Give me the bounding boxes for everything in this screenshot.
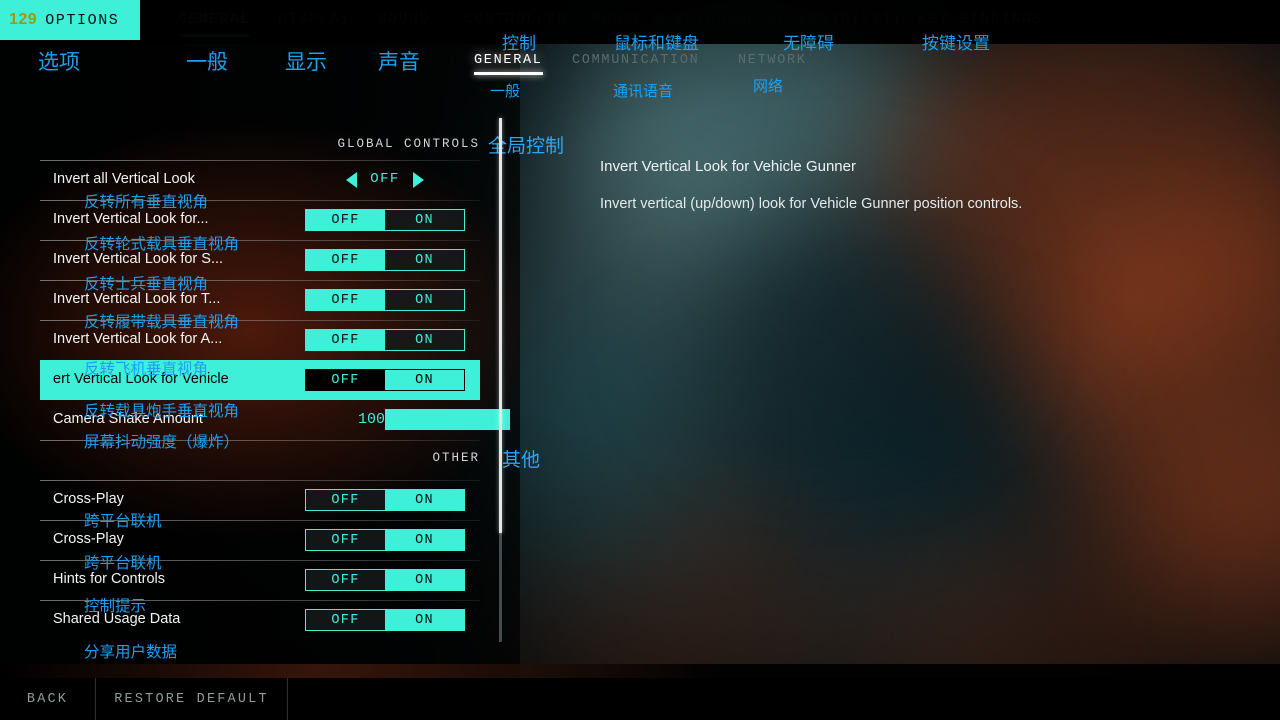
toggle-invert-vertical-look-wheeled[interactable]: OFF ON xyxy=(305,209,465,231)
options-badge: 129 OPTIONS xyxy=(0,0,140,40)
tab-display-cn: 显示 xyxy=(285,50,327,74)
toggle-option-on[interactable]: ON xyxy=(385,330,464,350)
tab-controller-cn: 控制 xyxy=(502,34,536,54)
restore-default-button[interactable]: RESTORE DEFAULT xyxy=(96,678,288,720)
scrollbar-thumb[interactable] xyxy=(499,118,502,533)
toggle-invert-vertical-look-aircraft[interactable]: OFF ON xyxy=(305,329,465,351)
toggle-option-on[interactable]: ON xyxy=(385,290,464,310)
toggle-option-on[interactable]: ON xyxy=(385,210,464,230)
toggle-cross-play-1[interactable]: OFF ON xyxy=(305,489,465,511)
toggle-option-on[interactable]: ON xyxy=(385,490,464,510)
bottom-bar-glow xyxy=(0,664,1280,678)
setting-label-cn-2: 反转士兵垂直视角 xyxy=(84,275,209,293)
setting-label: Hints for Controls xyxy=(53,571,166,587)
tab-mouse-keyboard-cn: 鼠标和键盘 xyxy=(614,34,699,54)
setting-label-cn-3: 反转履带载具垂直视角 xyxy=(84,313,240,331)
setting-label-cn-9: 控制提示 xyxy=(84,597,147,615)
settings-scrollbar[interactable] xyxy=(499,118,502,642)
toggle-option-off[interactable]: OFF xyxy=(306,290,385,310)
toggle-option-off[interactable]: OFF xyxy=(306,610,385,630)
options-badge-label-cn: 选项 xyxy=(38,50,80,74)
toggle-invert-vertical-look-tracked[interactable]: OFF ON xyxy=(305,289,465,311)
subtab-network-cn: 网络 xyxy=(753,77,784,95)
setting-label: Invert all Vertical Look xyxy=(53,171,195,187)
setting-label: Invert Vertical Look for A... xyxy=(53,331,223,347)
options-badge-label: OPTIONS xyxy=(45,11,120,29)
toggle-option-off[interactable]: OFF xyxy=(306,570,385,590)
back-button[interactable]: BACK xyxy=(0,678,96,720)
toggle-option-off[interactable]: OFF xyxy=(306,210,385,230)
setting-label-cn-7: 跨平台联机 xyxy=(84,512,162,530)
toggle-option-off[interactable]: OFF xyxy=(306,370,385,390)
subtab-general[interactable]: GENERAL xyxy=(474,53,543,75)
setting-label-cn-6: 屏幕抖动强度（爆炸） xyxy=(84,433,240,451)
tab-sound-cn: 声音 xyxy=(378,50,420,74)
setting-label-cn-1: 反转轮式载具垂直视角 xyxy=(84,235,240,253)
selector-value: OFF xyxy=(370,171,400,187)
toggle-option-off[interactable]: OFF xyxy=(306,330,385,350)
toggle-shared-usage-data[interactable]: OFF ON xyxy=(305,609,465,631)
slider-camera-shake-amount[interactable]: 100 xyxy=(305,409,510,431)
toggle-option-off[interactable]: OFF xyxy=(306,250,385,270)
toggle-invert-vertical-look-soldier[interactable]: OFF ON xyxy=(305,249,465,271)
setting-label-cn-5: 反转载具炮手垂直视角 xyxy=(84,402,240,420)
description-title: Invert Vertical Look for Vehicle Gunner xyxy=(600,158,856,175)
tab-accessibility-cn: 无障碍 xyxy=(783,34,834,54)
toggle-option-off[interactable]: OFF xyxy=(306,530,385,550)
row-separator xyxy=(40,480,480,481)
subtab-communication-cn: 通讯语音 xyxy=(613,82,674,100)
toggle-hints-for-controls[interactable]: OFF ON xyxy=(305,569,465,591)
row-separator xyxy=(40,160,480,161)
subtab-network[interactable]: NETWORK xyxy=(738,53,807,68)
section-title: OTHER xyxy=(432,451,480,465)
slider-value: 100 xyxy=(357,411,385,428)
toggle-cross-play-2[interactable]: OFF ON xyxy=(305,529,465,551)
tab-general-cn: 一般 xyxy=(186,50,228,74)
toggle-option-on[interactable]: ON xyxy=(385,530,464,550)
toggle-option-off[interactable]: OFF xyxy=(306,490,385,510)
toggle-option-on[interactable]: ON xyxy=(385,370,464,390)
arrow-selector-invert-all[interactable]: OFF xyxy=(305,168,465,192)
section-header-global-controls: GLOBAL CONTROLS 全局控制 xyxy=(40,128,564,160)
options-badge-number: 129 xyxy=(9,11,38,28)
subtab-general-cn: 一般 xyxy=(490,82,521,100)
setting-label-cn-10: 分享用户数据 xyxy=(84,643,178,661)
setting-label: Cross-Play xyxy=(53,531,124,547)
subtab-communication[interactable]: COMMUNICATION xyxy=(572,53,699,68)
description-panel: Invert Vertical Look for Vehicle Gunner … xyxy=(600,158,1030,214)
toggle-option-on[interactable]: ON xyxy=(385,610,464,630)
toggle-option-on[interactable]: ON xyxy=(385,250,464,270)
setting-label-cn-0: 反转所有垂直视角 xyxy=(84,193,209,211)
tab-key-bindings-cn: 按键设置 xyxy=(922,34,990,54)
description-body: Invert vertical (up/down) look for Vehic… xyxy=(600,196,1023,212)
setting-label-cn-4: 反转飞机垂直视角 xyxy=(84,360,209,378)
section-title: GLOBAL CONTROLS xyxy=(337,137,480,151)
slider-fill xyxy=(386,410,509,429)
chevron-right-icon[interactable] xyxy=(413,172,424,188)
setting-label-cn-8: 跨平台联机 xyxy=(84,554,162,572)
settings-list: GLOBAL CONTROLS 全局控制 Invert all Vertical… xyxy=(0,100,564,660)
setting-label: Cross-Play xyxy=(53,491,124,507)
toggle-option-on[interactable]: ON xyxy=(385,570,464,590)
toggle-invert-vertical-look-vehicle-gunner[interactable]: OFF ON xyxy=(305,369,465,391)
section-title-cn: 其他 xyxy=(501,448,540,471)
bottom-action-bar: BACK RESTORE DEFAULT xyxy=(0,678,1280,720)
setting-label: Invert Vertical Look for... xyxy=(53,211,209,227)
slider-track[interactable] xyxy=(385,409,510,430)
